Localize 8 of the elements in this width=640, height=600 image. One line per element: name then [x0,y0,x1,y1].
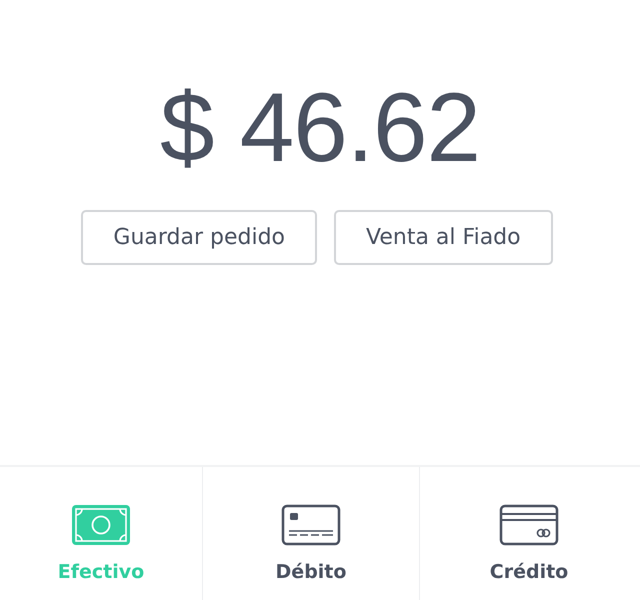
action-button[interactable]: Venta al Fiado [334,210,553,265]
payment-tab[interactable]: Crédito [420,467,638,600]
banknote-icon [71,504,131,546]
total-amount: $ 46.62 [160,72,480,182]
action-button[interactable]: Guardar pedido [81,210,318,265]
card-chip-icon [281,504,341,546]
credit-card-icon [499,504,559,546]
payment-tab[interactable]: Débito [203,467,420,600]
